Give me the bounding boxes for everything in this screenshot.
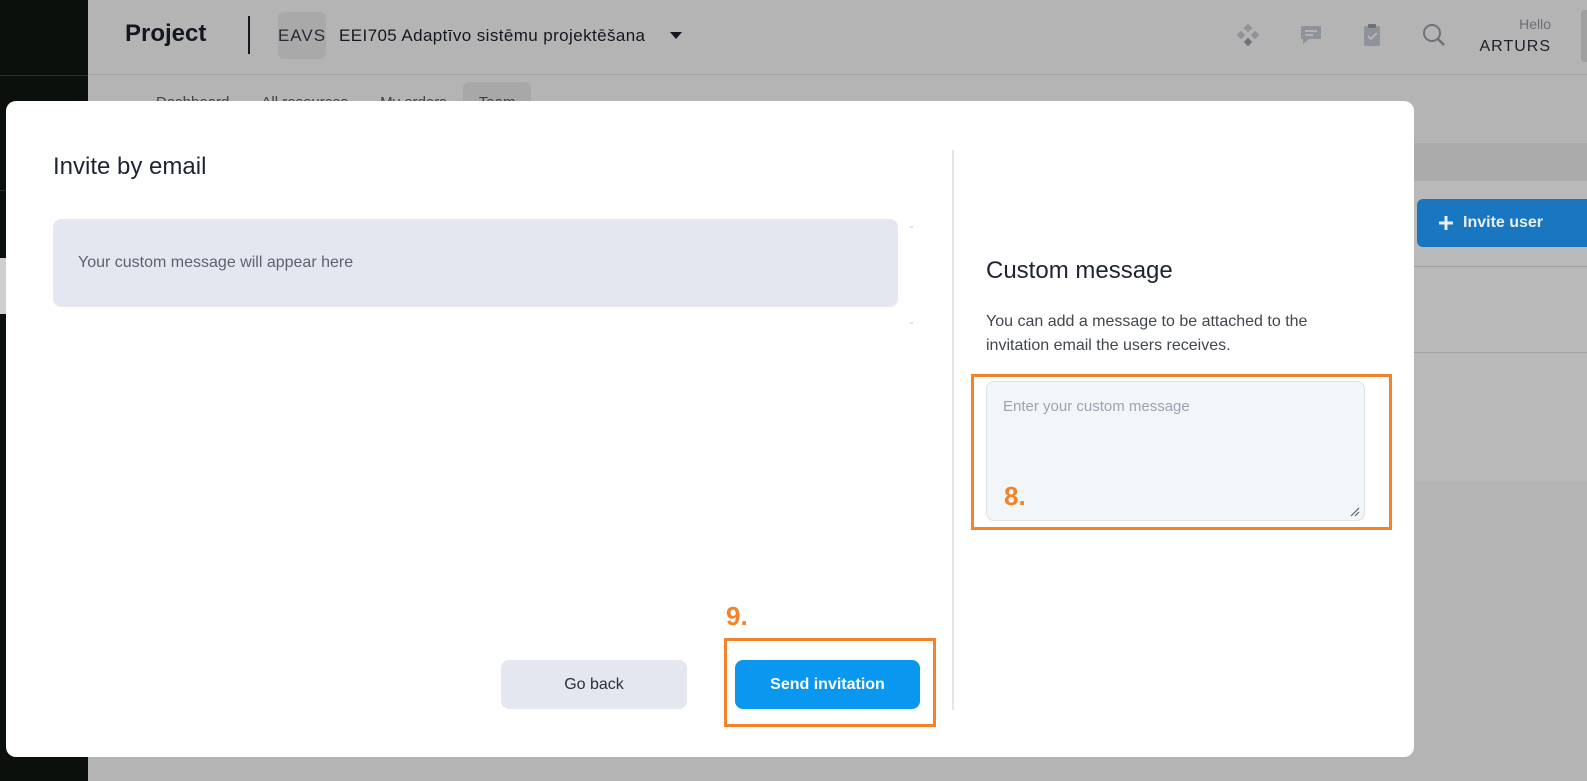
modal-title: Invite by email xyxy=(53,153,207,180)
greeting-text: Hello xyxy=(1519,16,1551,32)
project-selector[interactable]: EEI705 Adaptīvo sistēmu projektēšana xyxy=(339,26,645,46)
project-code-badge[interactable]: EAVS xyxy=(278,12,326,59)
search-icon[interactable] xyxy=(1421,22,1447,48)
custom-message-description: You can add a message to be attached to … xyxy=(986,313,1308,354)
clipboard-check-icon[interactable] xyxy=(1359,22,1385,48)
custom-message-title: Custom message xyxy=(986,257,1173,284)
invite-user-button[interactable]: Invite user xyxy=(1417,199,1587,247)
row-divider xyxy=(1414,266,1587,267)
invite-modal: Invite by email Your custom message will… xyxy=(6,101,1414,757)
avatar[interactable] xyxy=(1581,10,1587,62)
annotation-step-8: 8. xyxy=(1004,481,1026,511)
annotation-step-9: 9. xyxy=(726,601,748,631)
message-preview-text: Your custom message will appear here xyxy=(78,254,354,271)
go-back-button[interactable]: Go back xyxy=(501,660,687,709)
chevron-down-icon[interactable] xyxy=(670,32,682,39)
sidebar-divider xyxy=(0,75,88,76)
annotation-box-message xyxy=(971,374,1392,530)
message-preview: Your custom message will appear here xyxy=(53,219,898,307)
divider-dot xyxy=(910,226,913,228)
invite-user-label: Invite user xyxy=(1463,214,1544,231)
chat-icon[interactable] xyxy=(1298,22,1324,48)
apps-icon[interactable] xyxy=(1235,22,1261,48)
header-divider xyxy=(248,16,250,54)
column-divider xyxy=(952,150,954,710)
plus-icon xyxy=(1439,216,1453,230)
top-bar: Project EAVS EEI705 Adaptīvo sistēmu pro… xyxy=(88,0,1587,75)
send-invitation-button[interactable]: Send invitation xyxy=(735,660,920,709)
row-divider xyxy=(1414,352,1587,353)
user-name[interactable]: ARTURS xyxy=(1480,38,1552,56)
divider-dot xyxy=(910,322,913,324)
brand-title: Project xyxy=(125,20,207,47)
